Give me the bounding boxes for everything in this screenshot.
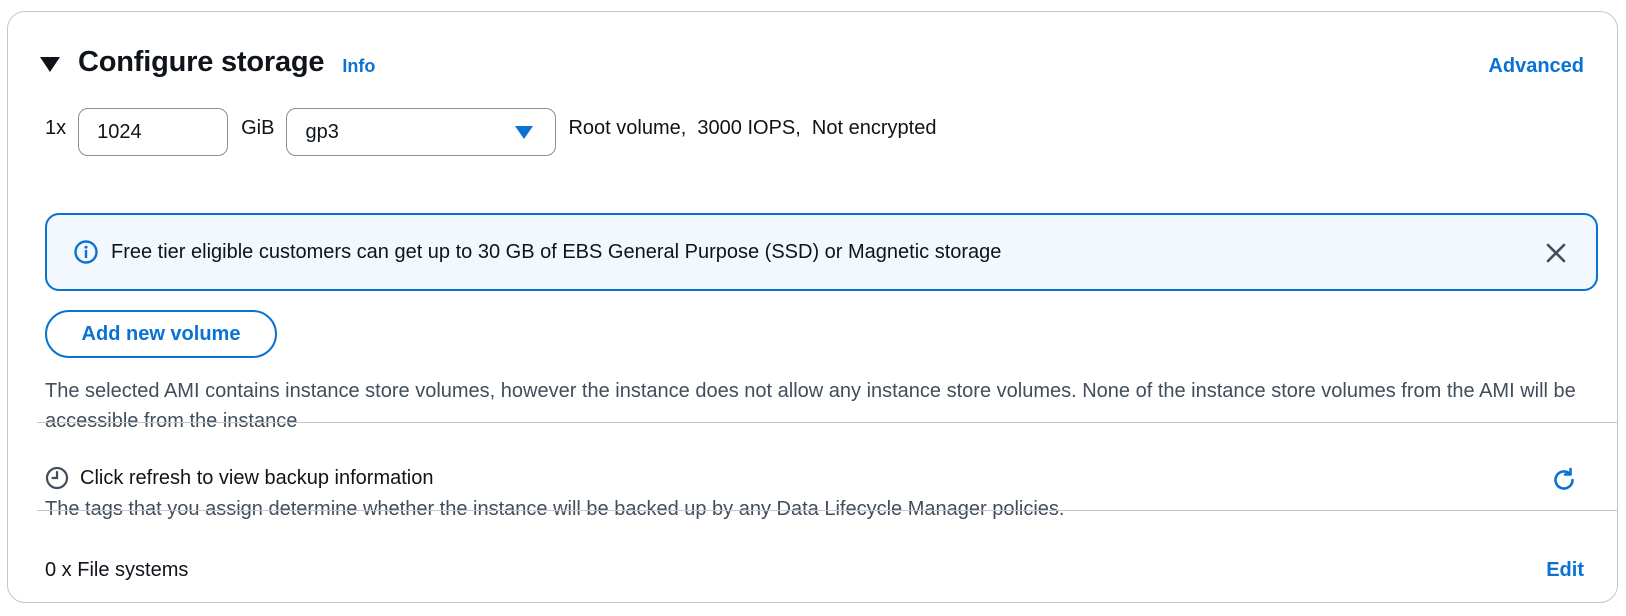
- edit-file-systems-link[interactable]: Edit: [1546, 559, 1584, 582]
- alert-message: Free tier eligible customers can get up …: [111, 240, 1002, 263]
- volume-multiplier: 1x: [45, 116, 67, 139]
- add-new-volume-button[interactable]: Add new volume: [45, 310, 277, 358]
- divider: [37, 422, 1617, 423]
- divider: [37, 510, 1617, 511]
- advanced-link[interactable]: Advanced: [1488, 55, 1584, 78]
- backup-info-row: Click refresh to view backup information: [45, 466, 433, 490]
- close-icon[interactable]: [1544, 241, 1568, 265]
- section-title[interactable]: Configure storage: [78, 46, 325, 79]
- backup-title: Click refresh to view backup information: [80, 466, 434, 489]
- file-systems-summary: 0 x File systems: [45, 559, 189, 581]
- volume-type-value: gp3: [305, 120, 339, 143]
- section-header: Configure storage Info: [40, 46, 375, 79]
- info-link[interactable]: Info: [342, 56, 375, 77]
- refresh-icon[interactable]: [1550, 466, 1578, 494]
- free-tier-alert: Free tier eligible customers can get up …: [45, 213, 1598, 291]
- dropdown-arrow-icon: [515, 126, 534, 139]
- volume-row: 1x GiB gp3 Root volume, 3000 IOPS, Not e…: [45, 108, 936, 156]
- clock-icon: [45, 466, 69, 490]
- volume-size-input[interactable]: [78, 108, 229, 156]
- volume-type-select[interactable]: gp3: [286, 108, 557, 156]
- volume-description: Root volume, 3000 IOPS, Not encrypted: [568, 116, 937, 139]
- instance-store-note: The selected AMI contains instance store…: [45, 380, 1576, 432]
- volume-unit-label: GiB: [241, 116, 275, 139]
- caret-down-icon[interactable]: [40, 57, 60, 72]
- info-icon: [74, 240, 98, 264]
- configure-storage-panel: Configure storage Info Advanced 1x GiB g…: [7, 11, 1618, 603]
